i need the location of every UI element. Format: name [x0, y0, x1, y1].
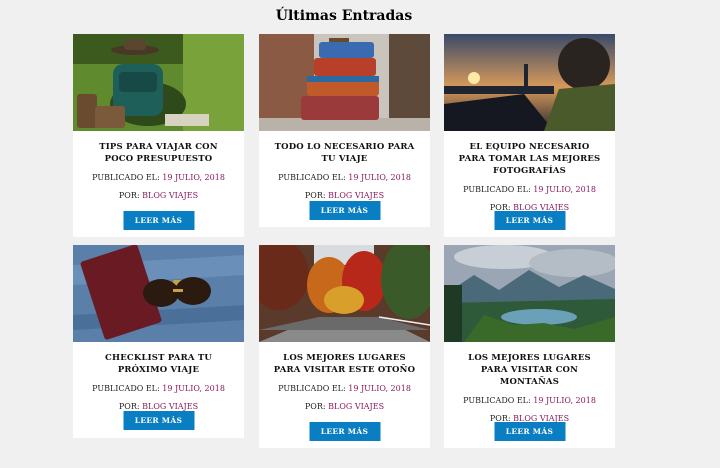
published-label: PUBLICADO EL:: [278, 384, 346, 393]
post-title[interactable]: EL EQUIPO NECESARIO PARA TOMAR LAS MEJOR…: [444, 131, 615, 177]
post-title[interactable]: LOS MEJORES LUGARES PARA VISITAR CON MON…: [444, 342, 615, 388]
post-date-line: PUBLICADO EL: 19 JULIO, 2018: [73, 173, 244, 183]
post-title[interactable]: CHECKLIST PARA TU PRÓXIMO VIAJE: [73, 342, 244, 376]
read-more-button[interactable]: LEER MÁS: [309, 422, 380, 441]
post-author-line: POR: BLOG VIAJES: [259, 402, 430, 412]
post-card: LOS MEJORES LUGARES PARA VISITAR ESTE OT…: [259, 245, 430, 448]
post-date-link[interactable]: 19 JULIO, 2018: [533, 185, 596, 194]
post-author-link[interactable]: BLOG VIAJES: [142, 402, 198, 411]
published-label: PUBLICADO EL:: [92, 384, 160, 393]
published-label: PUBLICADO EL:: [463, 396, 531, 405]
post-card: TIPS PARA VIAJAR CON POCO PRESUPUESTO PU…: [73, 34, 244, 237]
post-date-line: PUBLICADO EL: 19 JULIO, 2018: [259, 384, 430, 394]
post-card: EL EQUIPO NECESARIO PARA TOMAR LAS MEJOR…: [444, 34, 615, 237]
mountain-lake-photo: [444, 245, 615, 342]
post-thumbnail[interactable]: [444, 245, 615, 342]
post-date-link[interactable]: 19 JULIO, 2018: [348, 384, 411, 393]
post-date-link[interactable]: 19 JULIO, 2018: [348, 173, 411, 182]
published-label: PUBLICADO EL:: [92, 173, 160, 182]
post-author-link[interactable]: BLOG VIAJES: [142, 191, 198, 200]
author-label: POR:: [304, 402, 326, 411]
post-date-line: PUBLICADO EL: 19 JULIO, 2018: [444, 185, 615, 195]
post-author-link[interactable]: BLOG VIAJES: [328, 191, 384, 200]
stacked-suitcases-photo: [259, 34, 430, 131]
post-thumbnail[interactable]: [259, 34, 430, 131]
backpack-hat-grass-photo: [73, 34, 244, 131]
passport-sunglasses-denim-photo: [73, 245, 244, 342]
read-more-button[interactable]: LEER MÁS: [309, 201, 380, 220]
author-label: POR:: [118, 191, 140, 200]
post-title[interactable]: TODO LO NECESARIO PARA TU VIAJE: [259, 131, 430, 165]
autumn-forest-road-photo: [259, 245, 430, 342]
post-card: TODO LO NECESARIO PARA TU VIAJE PUBLICAD…: [259, 34, 430, 227]
post-card: LOS MEJORES LUGARES PARA VISITAR CON MON…: [444, 245, 615, 448]
post-title[interactable]: LOS MEJORES LUGARES PARA VISITAR ESTE OT…: [259, 342, 430, 376]
post-thumbnail[interactable]: [259, 245, 430, 342]
photographer-sunset-photo: [444, 34, 615, 131]
published-label: PUBLICADO EL:: [278, 173, 346, 182]
post-date-link[interactable]: 19 JULIO, 2018: [162, 384, 225, 393]
post-author-line: POR: BLOG VIAJES: [259, 191, 430, 201]
latest-posts-page: Últimas Entradas TIPS PARA VIAJAR CON PO…: [0, 0, 720, 468]
read-more-button[interactable]: LEER MÁS: [494, 211, 565, 230]
section-title: Últimas Entradas: [275, 8, 413, 24]
post-author-link[interactable]: BLOG VIAJES: [328, 402, 384, 411]
read-more-button[interactable]: LEER MÁS: [123, 211, 194, 230]
post-date-link[interactable]: 19 JULIO, 2018: [162, 173, 225, 182]
post-date-line: PUBLICADO EL: 19 JULIO, 2018: [444, 396, 615, 406]
post-card: CHECKLIST PARA TU PRÓXIMO VIAJE PUBLICAD…: [73, 245, 244, 438]
post-thumbnail[interactable]: [73, 245, 244, 342]
post-date-link[interactable]: 19 JULIO, 2018: [533, 396, 596, 405]
post-date-line: PUBLICADO EL: 19 JULIO, 2018: [259, 173, 430, 183]
published-label: PUBLICADO EL:: [463, 185, 531, 194]
author-label: POR:: [304, 191, 326, 200]
author-label: POR:: [118, 402, 140, 411]
post-date-line: PUBLICADO EL: 19 JULIO, 2018: [73, 384, 244, 394]
read-more-button[interactable]: LEER MÁS: [123, 411, 194, 430]
post-title[interactable]: TIPS PARA VIAJAR CON POCO PRESUPUESTO: [73, 131, 244, 165]
post-thumbnail[interactable]: [73, 34, 244, 131]
read-more-button[interactable]: LEER MÁS: [494, 422, 565, 441]
post-thumbnail[interactable]: [444, 34, 615, 131]
post-author-line: POR: BLOG VIAJES: [73, 191, 244, 201]
